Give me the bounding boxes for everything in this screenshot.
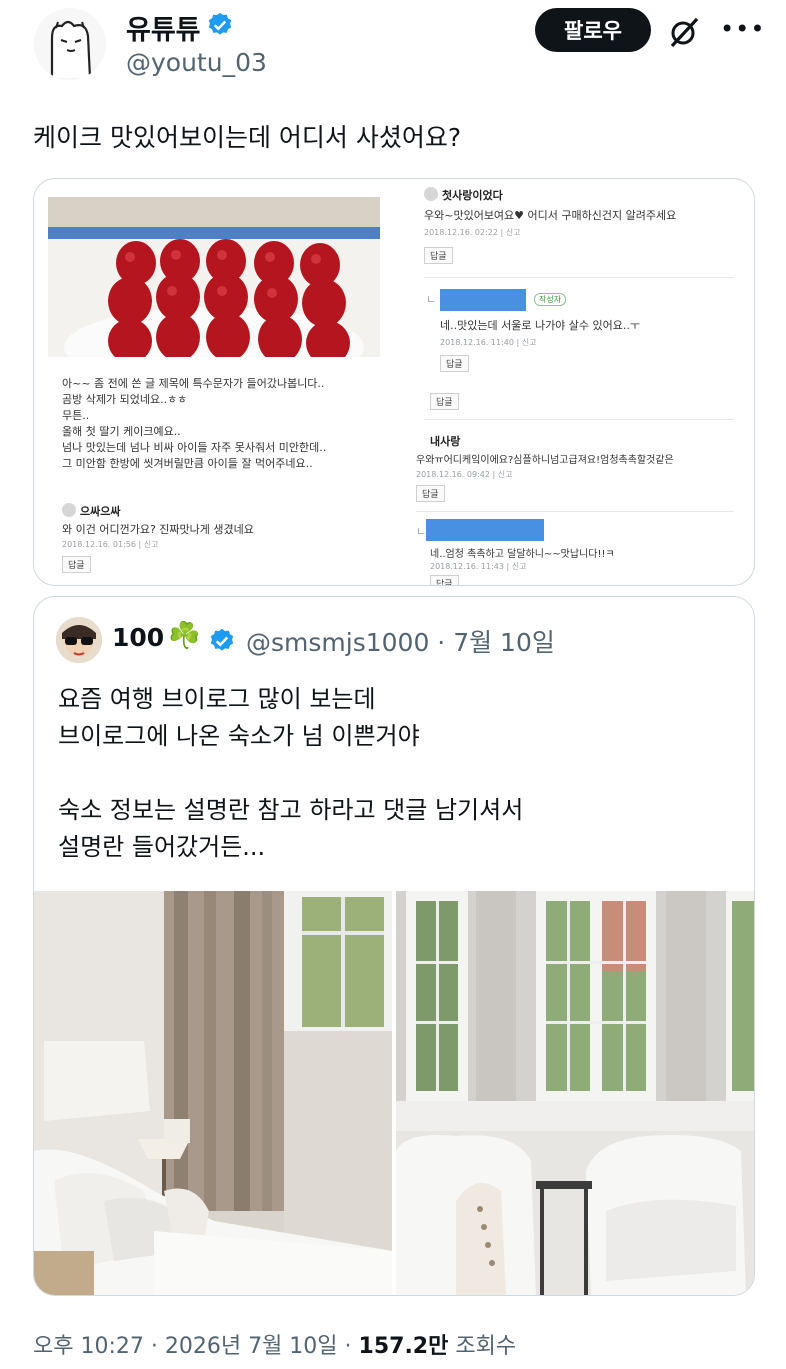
reply-button: 답글 [430, 575, 459, 585]
tweet-timestamp-views: 오후 10:27 · 2026년 7월 10일 · 157.2만 조회수 [33, 1328, 516, 1360]
commenter-icon [424, 187, 438, 201]
quoted-handle-date[interactable]: @smsmjs1000 · 7월 10일 [246, 623, 555, 659]
post-line: 올해 첫 딸기 케이크예요.. [62, 425, 181, 438]
commenter-icon [62, 503, 76, 517]
comment-text: 우와ㅠ어디케잌이에요?심플하니넘고급져요!엄청촉촉할것같은 [416, 455, 674, 466]
divider [424, 419, 734, 420]
author-handle[interactable]: @youtu_03 [126, 48, 267, 77]
comment-user: 첫사랑이었다 [442, 189, 503, 202]
quoted-author-avatar[interactable] [56, 617, 102, 663]
comment-meta: 2018.12.16. 02:22 | 신고 [424, 228, 521, 237]
quoted-tweet[interactable]: 100 ☘️ @smsmjs1000 · 7월 10일 요즘 여행 브이로그 많… [33, 596, 755, 1296]
post-line: 넘나 맛있는데 넘나 비싸 아이들 자주 못사줘서 미안한데.. [62, 441, 327, 454]
views-label: 조회수 [448, 1334, 517, 1359]
strawberry-cake-photo [48, 197, 380, 357]
bedroom-photo[interactable] [34, 891, 392, 1295]
clover-emoji: ☘️ [168, 621, 201, 651]
post-line: 그 미안함 한방에 씻겨버릴만큼 아이들 잘 먹어주네요.. [62, 457, 313, 470]
comment-meta: 2018.12.16. 11:40 | 신고 [440, 338, 537, 347]
grok-icon[interactable] [666, 14, 702, 50]
post-line: 무튼.. [62, 409, 90, 422]
reply-button: 답글 [62, 556, 91, 573]
tweet-timestamp[interactable]: 오후 10:27 · 2026년 7월 10일 · [33, 1334, 359, 1359]
reply-button: 답글 [440, 355, 469, 372]
tweet-image-card[interactable]: 아~~ 좀 전에 쓴 글 제목에 특수문자가 들어갔나봅니다.. 곰방 삭제가 … [33, 178, 755, 586]
comment-meta: 2018.12.16. 11:43 | 신고 [430, 562, 527, 571]
comment-user: 으싸으싸 [80, 505, 121, 518]
quoted-author-name[interactable]: 100 [112, 623, 164, 652]
view-count: 157.2만 [358, 1334, 449, 1359]
reply-arrow: ㄴ [416, 525, 427, 538]
bear-doodle-avatar [34, 8, 106, 80]
author-tag: 작성자 [534, 293, 567, 306]
comment-user: 내사랑 [430, 435, 461, 448]
comment-text: 네..엄청 촉촉하고 달달하니~~맛납니다!!ㅋ [430, 549, 615, 560]
author-avatar[interactable] [34, 8, 106, 80]
tweet-text: 케이크 맛있어보이는데 어디서 사셨어요? [33, 123, 462, 152]
verified-badge-icon [210, 628, 234, 651]
author-name[interactable]: 유튜튜 [126, 8, 201, 47]
comment-meta: 2018.12.16. 09:42 | 신고 [416, 470, 513, 479]
reply-button: 답글 [424, 247, 453, 264]
sunglasses-avatar [56, 617, 102, 663]
more-options-icon[interactable]: ••• [720, 12, 764, 48]
reply-arrow: ㄴ [426, 293, 437, 306]
comment-meta: 2018.12.16. 01:56 | 신고 [62, 540, 159, 549]
reply-button: 답글 [430, 393, 459, 410]
comment-text: 와 이건 어디껀가요? 진짜맛나게 생겼네요 [62, 523, 254, 536]
reply-button: 답글 [416, 485, 445, 502]
verified-badge-icon [208, 12, 232, 35]
redacted-username [440, 289, 526, 311]
post-line: 아~~ 좀 전에 쓴 글 제목에 특수문자가 들어갔나봅니다.. [62, 377, 325, 390]
quoted-tweet-text: 요즘 여행 브이로그 많이 보는데 브이로그에 나온 숙소가 넘 이쁜거야 숙소… [58, 685, 524, 861]
follow-button[interactable]: 팔로우 [535, 8, 651, 52]
redacted-username [426, 519, 544, 541]
window-chairs-photo[interactable] [396, 891, 754, 1295]
comment-text: 네..맛있는데 서울로 나가야 살수 있어요..ㅜ [440, 319, 641, 332]
post-line: 곰방 삭제가 되었네요..ㅎㅎ [62, 393, 188, 406]
comment-text: 우와~맛있어보여요♥ 어디서 구매하신건지 알려주세요 [424, 209, 677, 222]
divider [416, 511, 734, 512]
divider [424, 277, 734, 278]
